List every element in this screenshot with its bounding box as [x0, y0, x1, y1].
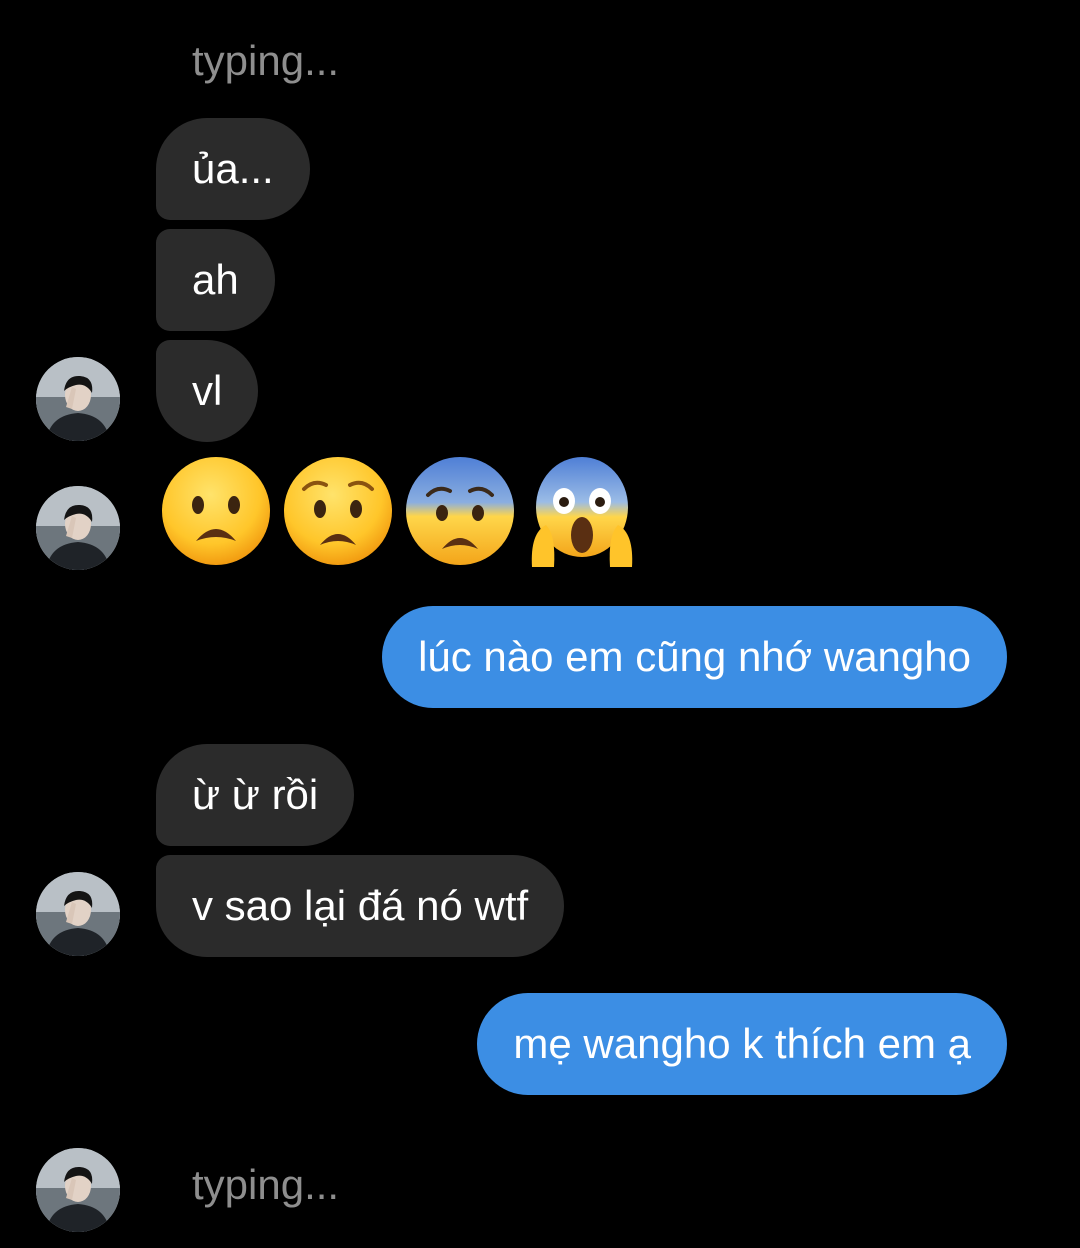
typing-indicator-top: typing...	[192, 37, 340, 84]
frowning-face-open-mouth-icon	[162, 457, 270, 565]
face-screaming-in-fear-icon	[531, 457, 633, 567]
contact-avatar[interactable]	[36, 1148, 120, 1232]
contact-avatar[interactable]	[36, 872, 120, 956]
message-bubble-incoming[interactable]: v sao lại đá nó wtf	[156, 855, 565, 957]
contact-avatar[interactable]	[36, 357, 120, 441]
avatar-photo-icon	[36, 486, 120, 570]
message-bubble-incoming[interactable]: vl	[156, 340, 259, 442]
typing-indicator-bottom: typing...	[192, 1161, 340, 1208]
avatar-photo-icon	[36, 872, 120, 956]
fearful-face-icon	[406, 457, 514, 565]
message-bubble-incoming[interactable]: ủa...	[156, 118, 310, 220]
avatar-photo-icon	[36, 357, 120, 441]
anguished-face-icon	[284, 457, 392, 565]
message-bubble-outgoing[interactable]: lúc nào em cũng nhớ wangho	[382, 606, 1007, 708]
message-bubble-incoming[interactable]: ừ ừ rồi	[156, 744, 355, 846]
avatar-photo-icon	[36, 1148, 120, 1232]
message-bubble-incoming[interactable]: ah	[156, 229, 275, 331]
chat-screen: typing... ủa... ah vl lúc nào em cũng nh…	[0, 0, 1080, 1248]
message-bubble-outgoing[interactable]: mẹ wangho k thích em ạ	[477, 993, 1007, 1095]
emoji-message[interactable]	[160, 455, 638, 567]
contact-avatar[interactable]	[36, 486, 120, 570]
